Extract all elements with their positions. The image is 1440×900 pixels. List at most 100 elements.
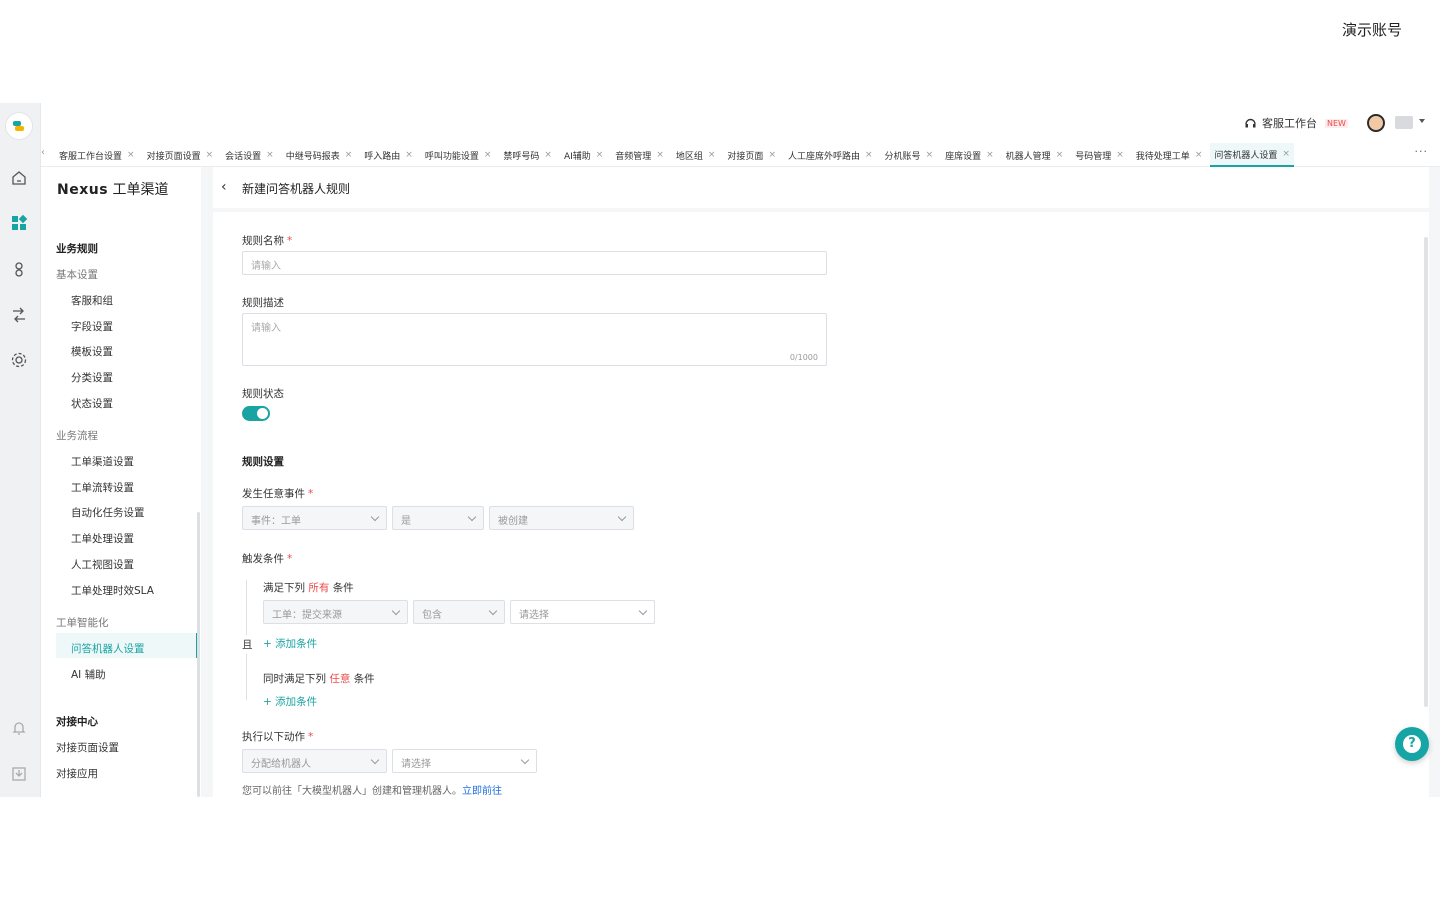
action-type-select[interactable]: 分配给机器人 [242, 749, 387, 773]
add-condition-all-button[interactable]: + 添加条件 [263, 636, 317, 651]
sidebar-item-ticket-transfer[interactable]: 工单流转设置 [71, 480, 134, 495]
tab-label: 客服工作台设置 [59, 151, 123, 162]
tab-close-icon[interactable]: × [405, 150, 413, 160]
user-menu-caret-icon[interactable] [1419, 119, 1425, 123]
rule-name-label: 规则名称 * [242, 235, 293, 247]
sidebar-group-basic[interactable]: 基本设置 [56, 267, 98, 282]
sidebar-item-ai-assist[interactable]: AI 辅助 [71, 667, 106, 682]
sidebar-item-agents-groups[interactable]: 客服和组 [71, 293, 113, 308]
tab-label: 地区组 [675, 151, 703, 162]
tab-3[interactable]: 中继号码报表 × [282, 143, 357, 167]
sidebar-item-manual-view[interactable]: 人工视图设置 [71, 557, 134, 572]
sidebar-title: Nexus 工单渠道 [57, 179, 169, 199]
event-operator-select[interactable]: 是 [392, 506, 484, 530]
rule-status-label: 规则状态 [242, 388, 284, 400]
tabs-prev-icon[interactable]: ‹ [41, 147, 49, 158]
rule-status-toggle[interactable] [242, 406, 270, 421]
tab-label: AI辅助 [563, 151, 591, 162]
main-scrollbar[interactable] [1424, 237, 1428, 707]
cond-field-select[interactable]: 工单：提交来源 [263, 600, 408, 624]
sidebar-group-flow[interactable]: 业务流程 [56, 428, 98, 443]
cond-operator-select[interactable]: 包含 [413, 600, 505, 624]
tab-4[interactable]: 呼入路由 × [360, 143, 417, 167]
tab-10[interactable]: 对接页面 × [723, 143, 780, 167]
tab-close-icon[interactable]: × [127, 150, 135, 160]
tab-14[interactable]: 机器人管理 × [1002, 143, 1068, 167]
sidebar-item-integration-page[interactable]: 对接页面设置 [56, 740, 119, 755]
dashboard-icon[interactable] [10, 214, 28, 232]
icon-rail [0, 103, 41, 797]
action-label: 执行以下动作 * [242, 731, 314, 743]
tab-close-icon[interactable]: × [1116, 150, 1124, 160]
add-condition-any-button[interactable]: + 添加条件 [263, 694, 317, 709]
tab-9[interactable]: 地区组 × [672, 143, 720, 167]
rule-name-input[interactable]: 请输入 [242, 251, 827, 275]
sidebar-item-ticket-handling[interactable]: 工单处理设置 [71, 531, 134, 546]
tab-1[interactable]: 对接页面设置 × [143, 143, 218, 167]
user-avatar[interactable] [1367, 114, 1385, 132]
tab-close-icon[interactable]: × [596, 150, 604, 160]
tab-close-icon[interactable]: × [484, 150, 492, 160]
tab-8[interactable]: 音频管理 × [611, 143, 668, 167]
sidebar-group-intelligence[interactable]: 工单智能化 [56, 615, 109, 630]
tab-label: 机器人管理 [1005, 151, 1051, 162]
settings-icon[interactable] [10, 351, 28, 369]
main-panel: ‹ 新建问答机器人规则 规则名称 * 请输入 规则描述 请输入 0/1000 规则… [213, 167, 1429, 797]
tab-close-icon[interactable]: × [266, 150, 274, 160]
tab-close-icon[interactable]: × [986, 150, 994, 160]
tab-13[interactable]: 座席设置 × [941, 143, 998, 167]
tabs-more-icon[interactable]: ··· [1415, 145, 1429, 158]
user-name-placeholder[interactable] [1395, 116, 1413, 129]
tab-7[interactable]: AI辅助 × [560, 143, 607, 167]
tab-close-icon[interactable]: × [1195, 150, 1203, 160]
tab-close-icon[interactable]: × [926, 150, 934, 160]
tab-17[interactable]: 问答机器人设置 × [1210, 143, 1294, 167]
tab-12[interactable]: 分机账号 × [881, 143, 938, 167]
workspace-link[interactable]: 客服工作台 NEW [1244, 115, 1348, 131]
home-icon[interactable] [10, 169, 28, 187]
action-target-select[interactable]: 请选择 [392, 749, 537, 773]
sidebar-item-ticket-channel[interactable]: 工单渠道设置 [71, 454, 134, 469]
tab-close-icon[interactable]: × [656, 150, 664, 160]
sidebar-item-templates[interactable]: 模板设置 [71, 344, 113, 359]
tab-close-icon[interactable]: × [1282, 149, 1290, 159]
sidebar-item-qa-bot[interactable]: 问答机器人设置 [71, 641, 145, 656]
back-arrow-icon[interactable]: ‹ [221, 179, 227, 195]
tab-5[interactable]: 呼叫功能设置 × [421, 143, 496, 167]
event-type-select[interactable]: 事件：工单 [242, 506, 387, 530]
sidebar-item-fields[interactable]: 字段设置 [71, 319, 113, 334]
contacts-icon[interactable] [10, 260, 28, 278]
sidebar-item-integration-apps[interactable]: 对接应用 [56, 766, 98, 781]
tab-11[interactable]: 人工座席外呼路由 × [784, 143, 877, 167]
help-button[interactable]: ? [1395, 727, 1429, 761]
tab-2[interactable]: 会话设置 × [221, 143, 278, 167]
routing-icon[interactable] [10, 306, 28, 324]
sidebar-item-status[interactable]: 状态设置 [71, 396, 113, 411]
tab-close-icon[interactable]: × [1056, 150, 1064, 160]
sidebar-item-categories[interactable]: 分类设置 [71, 370, 113, 385]
tab-close-icon[interactable]: × [345, 150, 353, 160]
tab-list: 客服工作台设置 × 对接页面设置 × 会话设置 × 中继号码报表 × 呼入路由 × 呼叫功能设置 × 禁… [55, 143, 1298, 167]
rule-desc-textarea[interactable]: 请输入 0/1000 [242, 313, 827, 366]
tab-6[interactable]: 禁呼号码 × [499, 143, 556, 167]
tab-close-icon[interactable]: × [865, 150, 873, 160]
cond-value-select[interactable]: 请选择 [510, 600, 655, 624]
tab-close-icon[interactable]: × [708, 150, 716, 160]
go-now-link[interactable]: 立即前往 [462, 786, 502, 797]
sidebar-scrollbar[interactable] [197, 512, 200, 797]
app-logo-icon[interactable] [6, 113, 32, 139]
tab-16[interactable]: 我待处理工单 × [1132, 143, 1207, 167]
download-icon[interactable] [10, 765, 28, 783]
event-action-select[interactable]: 被创建 [489, 506, 634, 530]
sidebar-item-sla[interactable]: 工单处理时效SLA [71, 583, 154, 598]
tab-label: 音频管理 [615, 151, 652, 162]
tab-close-icon[interactable]: × [544, 150, 552, 160]
bell-icon[interactable] [10, 719, 28, 737]
tab-0[interactable]: 客服工作台设置 × [55, 143, 139, 167]
rule-desc-label: 规则描述 [242, 297, 284, 309]
workspace-label: 客服工作台 [1262, 117, 1317, 130]
tab-close-icon[interactable]: × [768, 150, 776, 160]
tab-close-icon[interactable]: × [206, 150, 214, 160]
sidebar-item-automation[interactable]: 自动化任务设置 [71, 505, 145, 520]
tab-15[interactable]: 号码管理 × [1071, 143, 1128, 167]
